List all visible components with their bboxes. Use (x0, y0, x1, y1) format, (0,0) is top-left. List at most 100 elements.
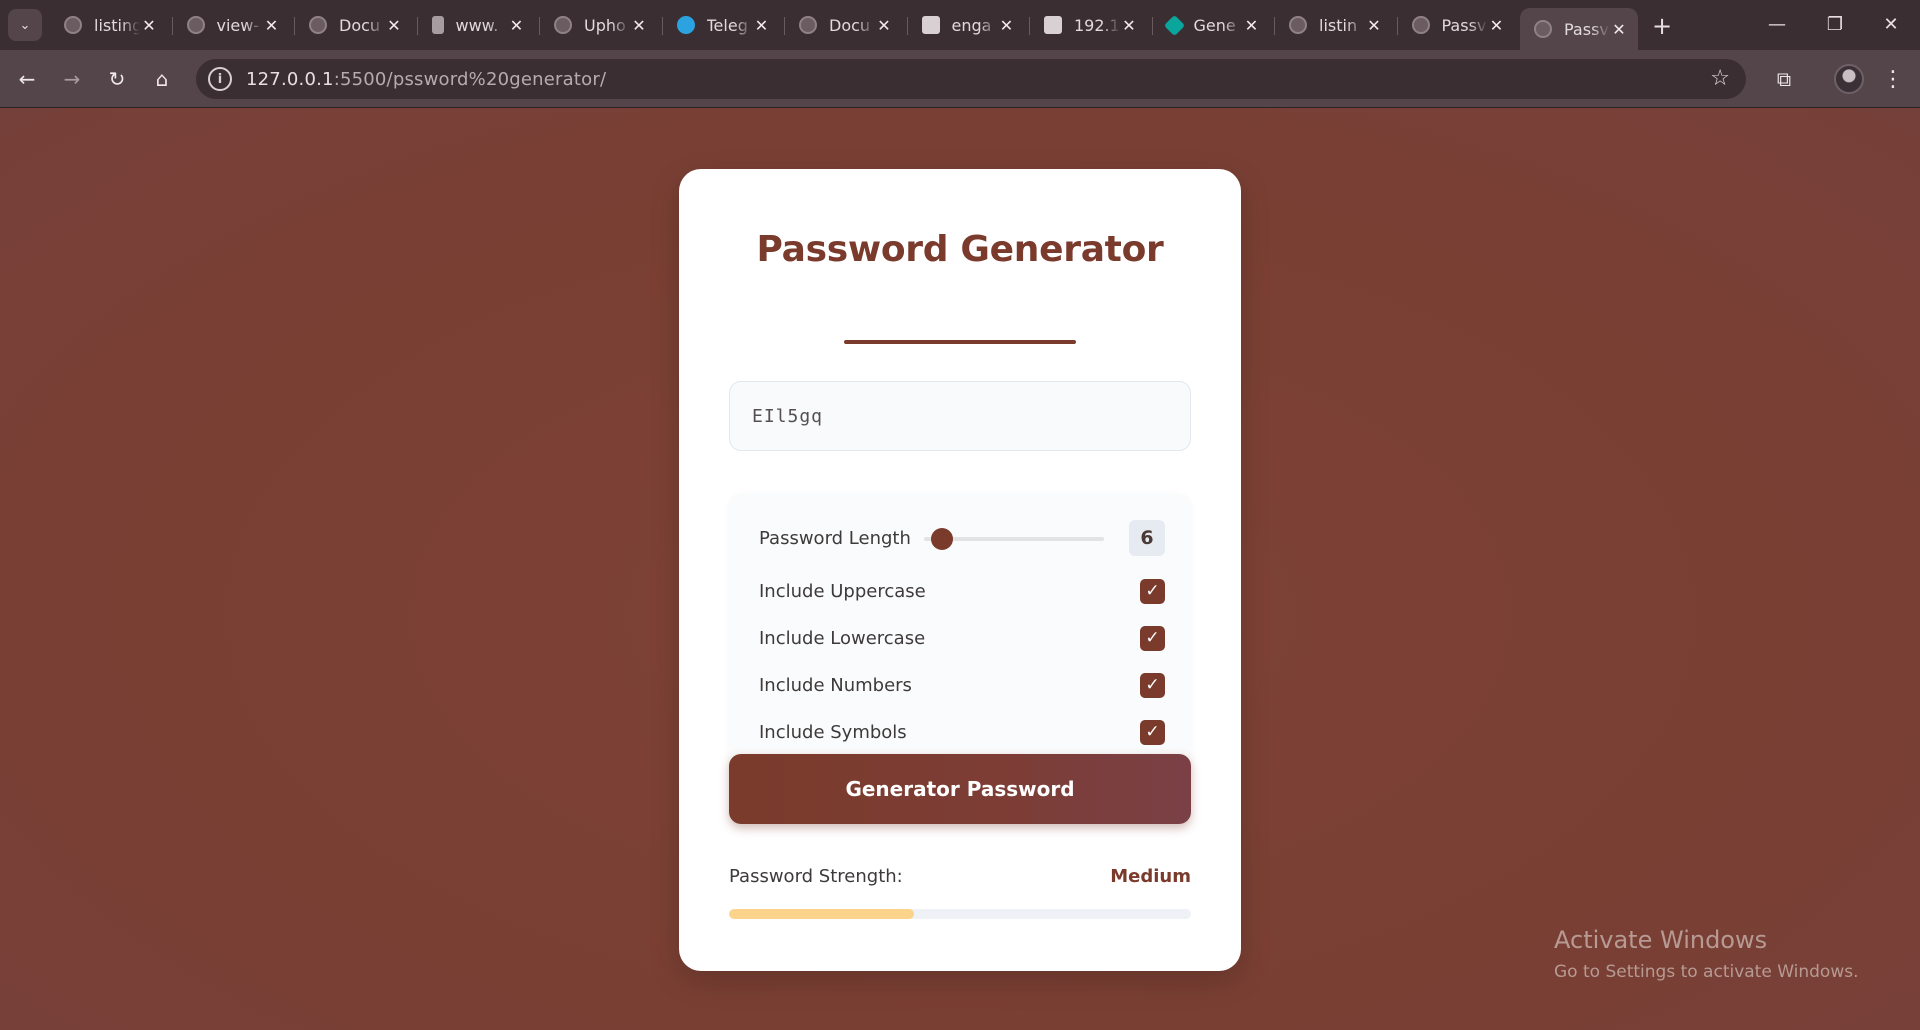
watermark-title: Activate Windows (1554, 926, 1768, 954)
strength-meter-fill (729, 909, 914, 919)
bookmark-star-icon[interactable]: ☆ (1710, 66, 1730, 91)
figma-icon (431, 16, 444, 34)
tab-title: enga (951, 15, 992, 35)
globe-icon (64, 16, 82, 34)
tab-6[interactable]: Docu ✕ (784, 8, 903, 42)
tab-8[interactable]: 192.1 ✕ (1029, 8, 1148, 42)
tab-close-icon[interactable]: ✕ (1243, 16, 1261, 35)
tab-close-icon[interactable]: ✕ (385, 16, 403, 35)
gemini-icon (1163, 14, 1185, 36)
option-row: Include Lowercase ✓ (759, 620, 1165, 656)
windows-activation-watermark: Activate Windows Go to Settings to activ… (1554, 926, 1859, 982)
tab-close-icon[interactable]: ✕ (508, 16, 526, 35)
option-checkbox[interactable]: ✓ (1140, 719, 1165, 745)
globe-icon (799, 16, 817, 34)
tab-close-icon[interactable]: ✕ (1365, 16, 1383, 35)
tab-5[interactable]: Teleg ✕ (661, 8, 781, 42)
option-row: Include Numbers ✓ (759, 667, 1165, 703)
generator-card: Password Generator EIl5gq Password Lengt… (679, 169, 1241, 971)
strength-meter (729, 909, 1191, 919)
option-checkbox[interactable]: ✓ (1140, 578, 1165, 604)
option-row: Include Uppercase ✓ (759, 573, 1165, 609)
tab-close-icon[interactable]: ✕ (753, 16, 771, 35)
tab-title: Docu (339, 15, 381, 35)
tab-7[interactable]: enga ✕ (906, 8, 1026, 42)
tab-title: Upho (584, 15, 626, 35)
tab-0[interactable]: listing ✕ (50, 8, 168, 42)
page-title: Password Generator (756, 229, 1164, 270)
forward-button[interactable]: → (55, 62, 89, 96)
tab-close-icon[interactable]: ✕ (998, 16, 1016, 35)
tab-title: listin (1319, 15, 1358, 35)
tab-11[interactable]: Passv ✕ (1396, 8, 1516, 42)
browser-toolbar: ← → ↻ ⌂ i 127.0.0.1:5500/pssword%20gener… (0, 50, 1920, 108)
title-underline (844, 340, 1076, 344)
url-text: 127.0.0.1:5500/pssword%20generator/ (246, 68, 607, 90)
minimize-button[interactable]: — (1748, 8, 1806, 40)
tab-title: Teleg (706, 15, 748, 35)
tab-title: 192.1 (1074, 15, 1120, 35)
tab-close-icon[interactable]: ✕ (630, 16, 648, 35)
generate-button[interactable]: Generator Password (729, 754, 1191, 824)
tab-close-icon[interactable]: ✕ (1610, 20, 1628, 39)
tab-close-icon[interactable]: ✕ (875, 16, 893, 35)
option-label: Include Symbols (759, 721, 907, 743)
tab-1[interactable]: view- ✕ (171, 8, 291, 42)
length-slider-thumb[interactable] (931, 528, 954, 550)
tab-title: Passv (1564, 19, 1609, 39)
tab-title: Passv (1441, 15, 1487, 35)
tab-title: Docu (829, 15, 871, 35)
password-output[interactable]: EIl5gq (729, 381, 1191, 451)
new-tab-button[interactable]: + (1648, 12, 1676, 40)
address-bar[interactable]: i 127.0.0.1:5500/pssword%20generator/ ☆ (196, 59, 1746, 99)
tab-12[interactable]: Passv ✕ (1520, 8, 1638, 50)
tab-title: view- (216, 15, 260, 35)
globe-icon (186, 16, 205, 34)
doc-icon (921, 16, 940, 34)
extensions-icon[interactable]: ⧉ (1767, 62, 1801, 96)
watermark-subtitle: Go to Settings to activate Windows. (1554, 962, 1859, 982)
globe-icon (309, 16, 327, 34)
tab-search-button[interactable]: ⌄ (8, 9, 42, 41)
length-label: Password Length (759, 527, 911, 549)
tab-3[interactable]: www. ✕ (416, 8, 536, 42)
page-background: Password Generator EIl5gq Password Lengt… (0, 108, 1920, 1030)
tab-close-icon[interactable]: ✕ (140, 16, 158, 35)
option-checkbox[interactable]: ✓ (1140, 625, 1165, 651)
tab-title: Gene (1193, 15, 1236, 35)
tab-close-icon[interactable]: ✕ (263, 16, 281, 35)
length-row: Password Length 6 (759, 520, 1165, 556)
option-label: Include Lowercase (759, 627, 926, 649)
option-row: Include Symbols ✓ (759, 714, 1165, 750)
option-checkbox[interactable]: ✓ (1140, 672, 1165, 698)
options-panel: Password Length 6 Include Uppercase ✓ Incl… (729, 493, 1191, 777)
tab-close-icon[interactable]: ✕ (1488, 16, 1506, 35)
strength-value: Medium (1110, 866, 1191, 887)
length-slider[interactable] (924, 528, 1104, 550)
tab-strip: ⌄ listing ✕ view- ✕ Docu ✕ www. ✕ Upho ✕ Teleg ✕ Doc… (0, 0, 1920, 50)
restore-button[interactable]: ❐ (1806, 8, 1864, 40)
globe-icon (1289, 16, 1307, 34)
tab-4[interactable]: Upho ✕ (539, 8, 658, 42)
tab-close-icon[interactable]: ✕ (1120, 16, 1138, 35)
globe-icon (554, 16, 572, 34)
reload-button[interactable]: ↻ (100, 62, 134, 96)
length-value: 6 (1129, 520, 1165, 556)
back-button[interactable]: ← (10, 62, 44, 96)
browser-menu-icon[interactable]: ⋮ (1880, 62, 1906, 96)
tab-10[interactable]: listin ✕ (1274, 8, 1393, 42)
tab-9[interactable]: Gene ✕ (1151, 8, 1271, 42)
option-label: Include Numbers (759, 674, 912, 696)
globe-icon (1534, 20, 1552, 38)
close-window-button[interactable]: ✕ (1862, 8, 1920, 40)
site-info-icon[interactable]: i (208, 67, 232, 91)
tab-title: listing (94, 15, 140, 35)
option-label: Include Uppercase (759, 580, 926, 602)
router-icon (1044, 16, 1062, 34)
tab-title: www. (455, 15, 499, 35)
tab-2[interactable]: Docu ✕ (294, 8, 413, 42)
strength-label: Password Strength: (729, 866, 903, 887)
home-button[interactable]: ⌂ (145, 62, 179, 96)
profile-avatar[interactable] (1834, 64, 1864, 94)
globe-icon (1411, 16, 1430, 34)
